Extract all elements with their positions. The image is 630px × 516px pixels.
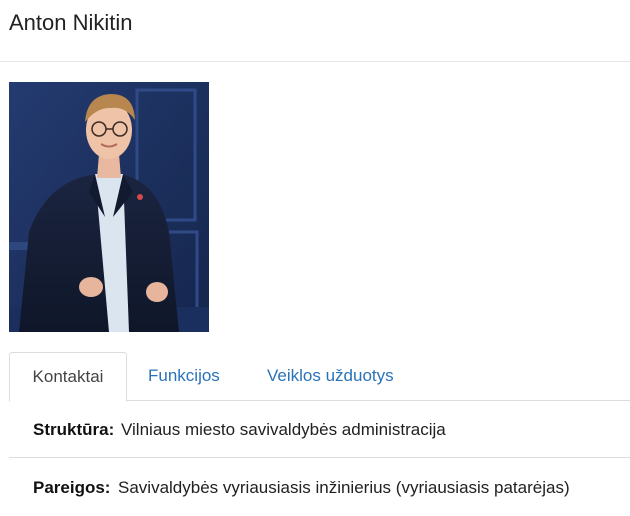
structure-row: Struktūra: Vilniaus miesto savivaldybės … (9, 401, 630, 458)
profile-tabs: Kontaktai Funkcijos Veiklos užduotys (9, 352, 630, 402)
position-value: Savivaldybės vyriausiasis inžinierius (v… (118, 478, 570, 497)
position-label: Pareigos: (33, 478, 111, 497)
page-header: Anton Nikitin (0, 0, 630, 62)
tab-kontaktai[interactable]: Kontaktai (9, 352, 127, 402)
person-photo (9, 82, 209, 332)
structure-label: Struktūra: (33, 420, 115, 439)
person-name: Anton Nikitin (9, 10, 133, 35)
tab-veiklos-uzduotys[interactable]: Veiklos užduotys (267, 352, 394, 401)
position-row: Pareigos: Savivaldybės vyriausiasis inži… (9, 459, 630, 516)
tab-funkcijos[interactable]: Funkcijos (148, 352, 220, 401)
structure-value: Vilniaus miesto savivaldybės administrac… (121, 420, 446, 439)
